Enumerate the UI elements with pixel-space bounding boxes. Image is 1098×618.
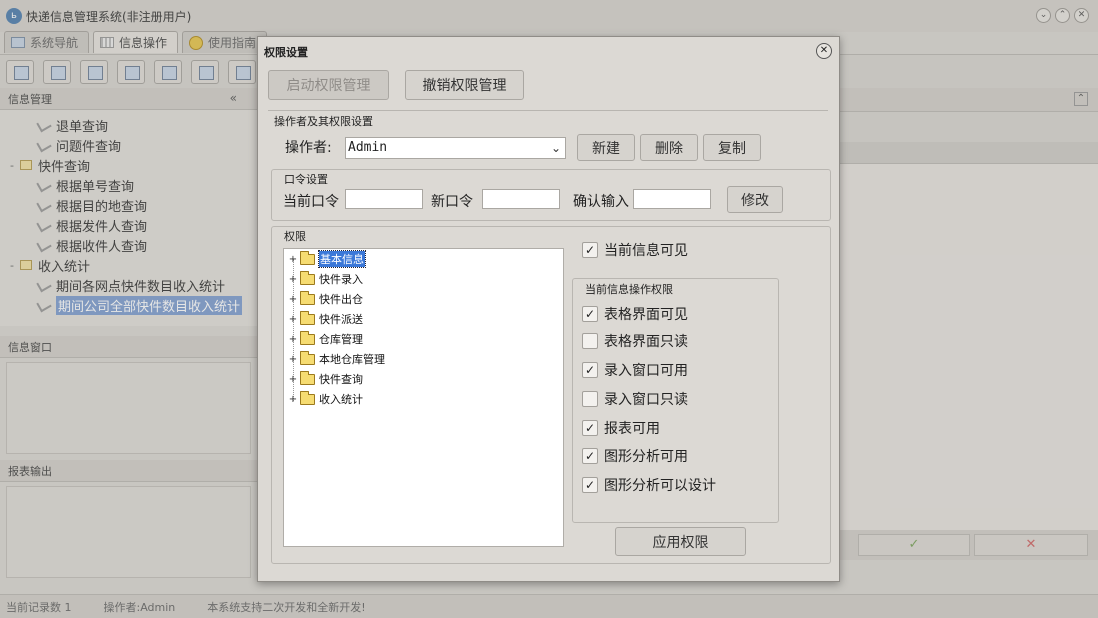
current-info-visible-checkbox[interactable]: ✓ 当前信息可见 bbox=[582, 239, 688, 261]
permission-section-title: 权限 bbox=[284, 230, 306, 243]
new-password-input[interactable] bbox=[482, 189, 560, 209]
ops-checkbox-row[interactable]: ✓ 表格界面可见 bbox=[582, 303, 688, 325]
expand-toggle[interactable]: + bbox=[288, 334, 298, 345]
apply-permission-button[interactable]: 应用权限 bbox=[615, 527, 746, 556]
operator-select-value: Admin bbox=[348, 140, 388, 155]
checkbox-label: 表格界面可见 bbox=[604, 307, 688, 323]
current-password-label: 当前口令 bbox=[283, 194, 339, 210]
perm-tree-label: 基本信息 bbox=[318, 250, 366, 268]
perm-tree-label: 快件录入 bbox=[319, 273, 363, 286]
delete-operator-button[interactable]: 删除 bbox=[640, 134, 698, 161]
checkbox[interactable]: ✓ bbox=[582, 306, 598, 322]
checkbox-label: 图形分析可用 bbox=[604, 449, 688, 465]
folder-icon bbox=[300, 330, 315, 345]
perm-tree-label: 仓库管理 bbox=[319, 333, 363, 346]
checkbox[interactable]: ✓ bbox=[582, 477, 598, 493]
checkbox[interactable] bbox=[582, 391, 598, 407]
folder-icon bbox=[300, 350, 315, 365]
expand-toggle[interactable]: + bbox=[288, 314, 298, 325]
perm-tree-item[interactable]: + 快件查询 bbox=[288, 370, 363, 388]
operation-permission-title: 当前信息操作权限 bbox=[585, 283, 673, 296]
checkbox-label: 录入窗口可用 bbox=[604, 363, 688, 379]
operator-select[interactable]: Admin ⌄ bbox=[345, 137, 566, 159]
checkbox-label: 当前信息可见 bbox=[604, 243, 688, 259]
new-operator-button[interactable]: 新建 bbox=[577, 134, 635, 161]
folder-icon bbox=[300, 370, 315, 385]
perm-tree-item[interactable]: + 快件录入 bbox=[288, 270, 363, 288]
expand-toggle[interactable]: + bbox=[288, 294, 298, 305]
folder-icon bbox=[300, 310, 315, 325]
permission-tree[interactable]: + 基本信息 + 快件录入 + 快件出仓 + 快件派送 + 仓库管理 + 本地仓库管理 + 快… bbox=[283, 248, 564, 547]
confirm-password-input[interactable] bbox=[633, 189, 711, 209]
perm-tree-item[interactable]: + 快件派送 bbox=[288, 310, 363, 328]
copy-operator-button[interactable]: 复制 bbox=[703, 134, 761, 161]
perm-tree-label: 快件出仓 bbox=[319, 293, 363, 306]
ops-checkbox-row[interactable]: ✓ 报表可用 bbox=[582, 417, 660, 439]
expand-toggle[interactable]: + bbox=[288, 274, 298, 285]
checkbox-label: 报表可用 bbox=[604, 421, 660, 437]
ops-checkbox-row[interactable]: ✓ 图形分析可以设计 bbox=[582, 474, 716, 496]
ops-checkbox-row[interactable]: ✓ 图形分析可用 bbox=[582, 445, 688, 467]
checkbox[interactable]: ✓ bbox=[582, 362, 598, 378]
folder-icon bbox=[300, 290, 315, 305]
perm-tree-label: 快件查询 bbox=[319, 373, 363, 386]
perm-tree-item[interactable]: + 基本信息 bbox=[288, 250, 366, 268]
folder-icon bbox=[300, 270, 315, 285]
folder-icon bbox=[300, 250, 315, 265]
ops-checkbox-row[interactable]: ✓ 录入窗口可用 bbox=[582, 359, 688, 381]
checkbox-current-visible[interactable]: ✓ bbox=[582, 242, 598, 258]
ops-checkbox-row[interactable]: 录入窗口只读 bbox=[582, 388, 688, 410]
dialog-close-button[interactable]: ✕ bbox=[816, 43, 832, 59]
new-password-label: 新口令 bbox=[431, 194, 473, 210]
operator-section-title: 操作者及其权限设置 bbox=[274, 115, 373, 128]
folder-icon bbox=[300, 390, 315, 405]
divider bbox=[268, 110, 828, 111]
checkbox-label: 表格界面只读 bbox=[604, 334, 688, 350]
checkbox-label: 图形分析可以设计 bbox=[604, 478, 716, 494]
confirm-password-label: 确认输入 bbox=[573, 194, 629, 210]
checkbox[interactable]: ✓ bbox=[582, 448, 598, 464]
password-section-title: 口令设置 bbox=[284, 173, 328, 186]
perm-tree-label: 本地仓库管理 bbox=[319, 353, 385, 366]
ops-checkbox-row[interactable]: 表格界面只读 bbox=[582, 330, 688, 352]
perm-tree-label: 收入统计 bbox=[319, 393, 363, 406]
perm-tree-item[interactable]: + 仓库管理 bbox=[288, 330, 363, 348]
dialog-title: 权限设置 bbox=[264, 46, 308, 59]
perm-tree-label: 快件派送 bbox=[319, 313, 363, 326]
chevron-down-icon: ⌄ bbox=[550, 141, 561, 155]
checkbox[interactable]: ✓ bbox=[582, 420, 598, 436]
enable-permission-button[interactable]: 启动权限管理 bbox=[268, 70, 389, 100]
modify-password-button[interactable]: 修改 bbox=[727, 186, 783, 213]
expand-toggle[interactable]: + bbox=[288, 374, 298, 385]
revoke-permission-button[interactable]: 撤销权限管理 bbox=[405, 70, 524, 100]
perm-tree-item[interactable]: + 本地仓库管理 bbox=[288, 350, 385, 368]
current-password-input[interactable] bbox=[345, 189, 423, 209]
perm-tree-item[interactable]: + 快件出仓 bbox=[288, 290, 363, 308]
operator-label: 操作者: bbox=[285, 140, 332, 156]
expand-toggle[interactable]: + bbox=[288, 354, 298, 365]
expand-toggle[interactable]: + bbox=[288, 254, 298, 265]
perm-tree-item[interactable]: + 收入统计 bbox=[288, 390, 363, 408]
checkbox[interactable] bbox=[582, 333, 598, 349]
expand-toggle[interactable]: + bbox=[288, 394, 298, 405]
checkbox-label: 录入窗口只读 bbox=[604, 392, 688, 408]
